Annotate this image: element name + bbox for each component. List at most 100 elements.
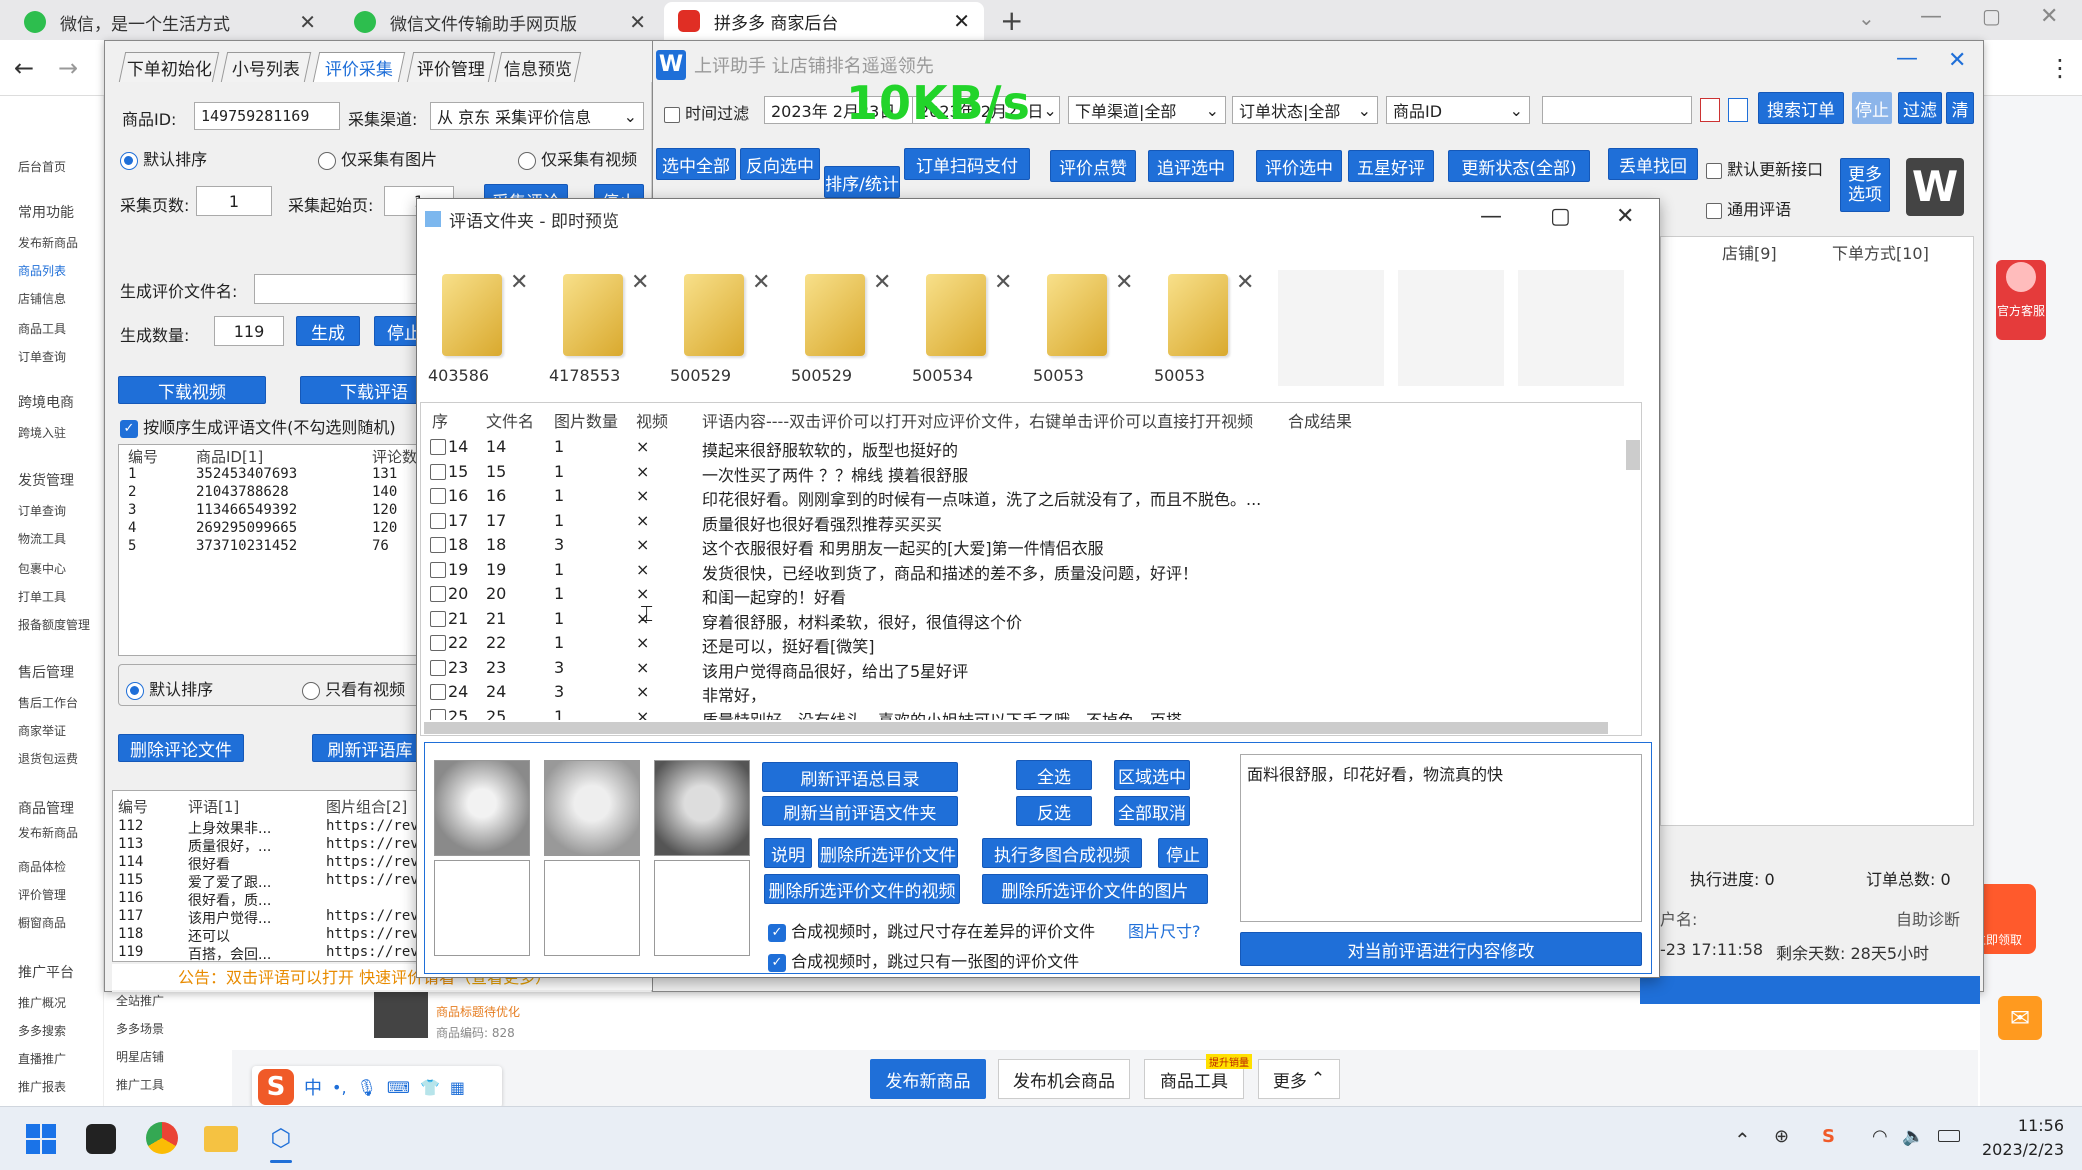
table-row[interactable]: 14 14 1 × 摸起来很舒服软软的，版型也挺好的: [420, 436, 1624, 460]
more-button[interactable]: 更多 ⌃: [1258, 1059, 1340, 1099]
row-checkbox[interactable]: [430, 512, 446, 529]
close-icon[interactable]: ✕: [629, 10, 646, 34]
row-checkbox[interactable]: [430, 488, 446, 504]
cancel-all-button[interactable]: 全部取消: [1114, 796, 1190, 826]
tab-search-icon[interactable]: ⌄: [1858, 6, 1875, 30]
remove-folder-icon[interactable]: ✕: [752, 270, 770, 295]
comment-preview-textarea[interactable]: 面料很舒服，印花好看，物流真的快: [1240, 754, 1642, 922]
sogou-tray-icon[interactable]: S: [1822, 1126, 1835, 1147]
table-row[interactable]: 19 19 1 × 发货很快，已经收到货了，商品和描述的差不多，质量没问题，好评！: [420, 559, 1624, 583]
table-cell[interactable]: 117: [118, 908, 143, 924]
mic-icon[interactable]: 🎙: [357, 1078, 377, 1097]
id-filter-select[interactable]: 商品ID ⌄: [1386, 96, 1530, 124]
close-icon[interactable]: ✕: [953, 9, 970, 33]
time-filter-checkbox[interactable]: 时间过滤: [664, 100, 749, 124]
nav-item[interactable]: 报备额度管理: [18, 616, 90, 633]
channel-filter-select[interactable]: 下单渠道|全部 ⌄: [1068, 96, 1226, 124]
clock-time[interactable]: 11:56: [1990, 1116, 2064, 1135]
nav-item[interactable]: 商家举证: [18, 722, 66, 739]
table-row[interactable]: 17 17 1 × 质量很好也很好看强烈推荐买买买: [420, 510, 1624, 534]
folder-item[interactable]: ✕ 403586: [428, 266, 538, 386]
like-review-button[interactable]: 评价点赞: [1050, 150, 1136, 182]
folder-item[interactable]: ✕ 4178553: [549, 266, 659, 386]
nav-item[interactable]: 推广概况: [18, 994, 66, 1011]
merge-video-button[interactable]: 执行多图合成视频: [982, 838, 1142, 868]
row-checkbox[interactable]: [430, 439, 446, 455]
row-checkbox[interactable]: [430, 684, 446, 700]
remove-folder-icon[interactable]: ✕: [873, 270, 891, 295]
tool-tab[interactable]: 下单初始化: [118, 52, 220, 82]
table-cell[interactable]: 1: [128, 466, 136, 482]
remove-folder-icon[interactable]: ✕: [994, 270, 1012, 295]
nav-item[interactable]: 商品体检: [18, 858, 66, 875]
folder-item[interactable]: ✕ 500529: [670, 266, 780, 386]
nav-item[interactable]: 订单查询: [18, 502, 66, 519]
remove-folder-icon[interactable]: ✕: [631, 270, 649, 295]
table-cell[interactable]: 373710231452: [196, 538, 297, 554]
tool-tab[interactable]: 信息预览: [494, 52, 582, 82]
camera-app-icon[interactable]: [86, 1124, 116, 1154]
wifi-icon[interactable]: ◠: [1872, 1126, 1888, 1147]
browser-tab-wechat[interactable]: 微信，是一个生活方式 ✕: [10, 4, 330, 40]
publish-opportunity-button[interactable]: 发布机会商品: [998, 1059, 1130, 1099]
more-options-button[interactable]: 更多选项: [1840, 158, 1890, 212]
remove-folder-icon[interactable]: ✕: [510, 270, 528, 295]
image-size-link[interactable]: 图片尺寸?: [1128, 918, 1201, 942]
pages-input[interactable]: 1: [196, 186, 272, 216]
modify-comment-button[interactable]: 对当前评语进行内容修改: [1240, 932, 1642, 966]
table-cell[interactable]: 很好看: [188, 854, 230, 874]
close-icon[interactable]: ✕: [299, 10, 316, 34]
nav-item[interactable]: 直播推广: [18, 1050, 66, 1067]
nav-item[interactable]: 发布新商品: [18, 234, 78, 251]
table-cell[interactable]: 120: [372, 502, 397, 518]
auto-diagnose-link[interactable]: 自助诊断: [1896, 906, 1960, 930]
clock-date[interactable]: 2023/2/23: [1966, 1140, 2064, 1159]
preview-image-1[interactable]: [434, 760, 530, 856]
only-images-radio[interactable]: 仅采集有图片: [318, 146, 437, 170]
table-row[interactable]: 24 24 3 × 非常好，: [420, 681, 1624, 705]
clear-button[interactable]: 清: [1946, 92, 1974, 124]
table-cell[interactable]: 5: [128, 538, 136, 554]
table-cell[interactable]: 上身效果非...: [188, 818, 271, 838]
mail-icon[interactable]: ✉: [1998, 996, 2042, 1040]
table-cell[interactable]: https://rev: [326, 818, 419, 834]
list-vscrollbar[interactable]: [1626, 440, 1640, 470]
nav-item[interactable]: 订单查询: [18, 348, 66, 365]
refresh-comment-lib-button[interactable]: 刷新评语库: [312, 734, 428, 762]
table-cell[interactable]: 112: [118, 818, 143, 834]
maximize-icon[interactable]: ▢: [1982, 4, 2001, 28]
start-icon[interactable]: [26, 1124, 56, 1154]
general-comment-checkbox[interactable]: 通用评语: [1706, 196, 1791, 220]
append-review-button[interactable]: 追评选中: [1148, 150, 1234, 182]
folder-item[interactable]: ✕ 500529: [791, 266, 901, 386]
table-cell[interactable]: 113466549392: [196, 502, 297, 518]
list-header[interactable]: 图片数量: [554, 408, 618, 432]
nav-item[interactable]: 推广报表: [18, 1078, 66, 1095]
stop-search-button[interactable]: 停止: [1852, 92, 1892, 124]
export-icon[interactable]: [1700, 98, 1720, 122]
tool-tab[interactable]: 小号列表: [220, 52, 312, 82]
table-header[interactable]: 商品ID[1]: [196, 446, 263, 467]
tray-chevron-icon[interactable]: ⌃: [1734, 1128, 1751, 1152]
file-explorer-icon[interactable]: [204, 1126, 238, 1152]
only-videos-radio[interactable]: 仅采集有视频: [518, 146, 637, 170]
skip-size-checkbox[interactable]: ✓ 合成视频时，跳过尺寸存在差异的评价文件: [768, 918, 1095, 942]
helper-minimize-icon[interactable]: —: [1896, 46, 1918, 71]
nav-item[interactable]: 打单工具: [18, 588, 66, 605]
dialog-minimize-icon[interactable]: —: [1480, 204, 1502, 229]
table-cell[interactable]: 3: [128, 502, 136, 518]
table-row[interactable]: 23 23 3 × 该用户觉得商品很好，给出了5星好评: [420, 657, 1624, 681]
status-filter-select[interactable]: 订单状态|全部 ⌄: [1232, 96, 1378, 124]
nav-item[interactable]: 包裹中心: [18, 560, 66, 577]
row-checkbox[interactable]: [430, 635, 446, 651]
nav-section-header[interactable]: 跨境电商: [18, 392, 74, 412]
document-icon[interactable]: [1728, 98, 1748, 122]
ime-mode-label[interactable]: 中: [304, 1074, 322, 1100]
nav-item[interactable]: 物流工具: [18, 530, 66, 547]
table-cell[interactable]: 119: [118, 944, 143, 960]
table-cell[interactable]: 269295099665: [196, 520, 297, 536]
table-header[interactable]: 评论数: [372, 446, 417, 467]
row-checkbox[interactable]: [430, 708, 446, 720]
table-cell[interactable]: 140: [372, 484, 397, 500]
table-cell[interactable]: 还可以: [188, 926, 230, 946]
